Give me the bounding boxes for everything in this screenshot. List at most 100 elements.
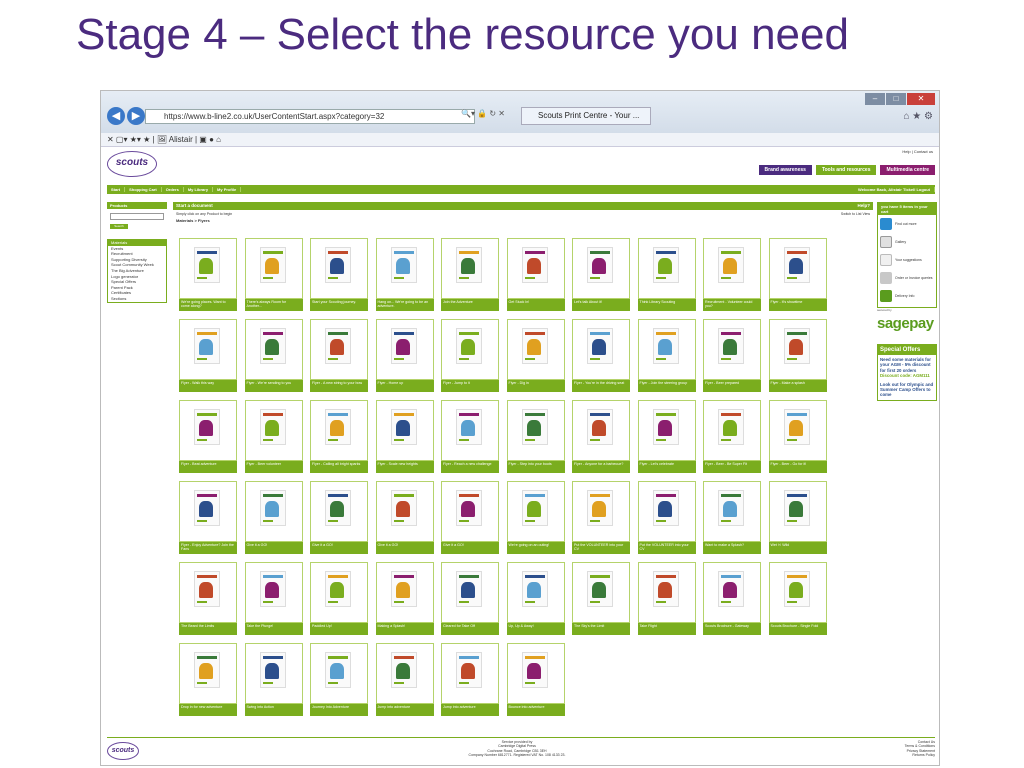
product-thumbnail[interactable] xyxy=(441,562,499,623)
product-label[interactable]: The Beard the Limits xyxy=(179,623,237,635)
gallery[interactable]: Gallery xyxy=(878,233,936,251)
product-card[interactable]: Want to make a Splash? xyxy=(703,481,761,554)
product-thumbnail[interactable] xyxy=(179,562,237,623)
product-card[interactable]: Cleared for Take Off xyxy=(441,562,499,635)
product-thumbnail[interactable] xyxy=(375,481,434,542)
product-label[interactable]: Flyer - Beat adventure xyxy=(179,461,237,473)
product-card[interactable]: Scouts Brochure - Gateway xyxy=(703,562,761,635)
product-label[interactable]: Flyer - Enjoy Adventure? Join the Fans xyxy=(179,542,237,554)
product-card[interactable]: Flyer - Reach a new challenge xyxy=(441,400,499,473)
product-thumbnail[interactable] xyxy=(768,238,827,299)
product-card[interactable]: Flyer - Beer prepared xyxy=(703,319,761,392)
product-card[interactable]: Flyer - Jump to it xyxy=(441,319,499,392)
product-card[interactable]: Let's talk About it! xyxy=(572,238,630,311)
product-thumbnail[interactable] xyxy=(703,481,761,542)
product-card[interactable]: Flyer - Step into your boots xyxy=(506,400,565,473)
order-queries[interactable]: Order or Invoice queries xyxy=(878,269,936,287)
product-card[interactable]: Flyer - A new string to your bow xyxy=(310,319,368,392)
product-label[interactable]: Give it a GO! xyxy=(310,542,368,554)
product-card[interactable]: Flyer - Beer - Go for it! xyxy=(768,400,827,473)
product-label[interactable]: Paddled Up! xyxy=(310,623,368,635)
forward-button[interactable]: ▶ xyxy=(127,107,145,125)
product-card[interactable]: Flyer - You're in the driving seat xyxy=(572,319,630,392)
product-label[interactable]: Recruitment - Volunteer could you? xyxy=(703,299,761,311)
product-card[interactable]: Drop in for new adventure xyxy=(179,643,237,716)
product-thumbnail[interactable] xyxy=(572,562,630,623)
product-thumbnail[interactable] xyxy=(244,319,303,380)
product-card[interactable]: Bounce into adventure xyxy=(506,643,565,716)
product-label[interactable]: Flyer - Jump to it xyxy=(441,380,499,392)
product-thumbnail[interactable] xyxy=(310,400,368,461)
product-thumbnail[interactable] xyxy=(244,562,303,623)
product-label[interactable]: Flyer - Make a splash xyxy=(768,380,827,392)
product-label[interactable]: Jump into adventure xyxy=(375,704,434,716)
product-card[interactable]: Jump into adventure xyxy=(375,643,434,716)
product-label[interactable]: Flyer - Dig in xyxy=(506,380,565,392)
product-label[interactable]: Journey Into Adventure xyxy=(310,704,368,716)
search-button[interactable]: Search xyxy=(110,224,128,229)
footer-logo[interactable]: scouts xyxy=(107,742,139,760)
product-thumbnail[interactable] xyxy=(310,481,368,542)
product-thumbnail[interactable] xyxy=(310,643,368,704)
product-card[interactable]: The Sky's the Limit xyxy=(572,562,630,635)
delivery-info[interactable]: Delivery Info xyxy=(878,287,936,305)
product-thumbnail[interactable] xyxy=(637,319,696,380)
product-card[interactable]: We're going places. Want to come along? xyxy=(179,238,237,311)
category-item[interactable]: Sections xyxy=(108,296,166,302)
product-thumbnail[interactable] xyxy=(179,643,237,704)
product-card[interactable]: Flyer - Home up xyxy=(375,319,434,392)
product-thumbnail[interactable] xyxy=(244,400,303,461)
product-label[interactable]: Jump into adventure xyxy=(441,704,499,716)
product-thumbnail[interactable] xyxy=(506,319,565,380)
product-card[interactable]: Recruitment - Volunteer could you? xyxy=(703,238,761,311)
product-label[interactable]: Put the VOLUNTEER into your CV xyxy=(572,542,630,554)
product-thumbnail[interactable] xyxy=(637,481,696,542)
nav-shopping-cart[interactable]: Shopping Cart xyxy=(125,187,162,192)
product-card[interactable]: Flyer - It's showtime xyxy=(768,238,827,311)
close-icon[interactable]: ✕ xyxy=(907,93,935,105)
product-thumbnail[interactable] xyxy=(637,400,696,461)
product-card[interactable]: Take the Plunge! xyxy=(244,562,303,635)
product-thumbnail[interactable] xyxy=(244,643,303,704)
product-thumbnail[interactable] xyxy=(572,481,630,542)
product-thumbnail[interactable] xyxy=(572,238,630,299)
product-thumbnail[interactable] xyxy=(506,238,565,299)
product-label[interactable]: Take Flight xyxy=(637,623,696,635)
product-label[interactable]: Give it a GO! xyxy=(441,542,499,554)
product-thumbnail[interactable] xyxy=(441,238,499,299)
product-thumbnail[interactable] xyxy=(441,319,499,380)
product-thumbnail[interactable] xyxy=(244,481,303,542)
fav-user[interactable]: Alistair xyxy=(169,135,193,144)
product-label[interactable]: Hang on... We're going to be an adventur… xyxy=(375,299,434,311)
product-label[interactable]: We're going places. Want to come along? xyxy=(179,299,237,311)
product-card[interactable]: Making a Splash! xyxy=(375,562,434,635)
product-card[interactable]: Start your Scouting journey. xyxy=(310,238,368,311)
product-thumbnail[interactable] xyxy=(375,562,434,623)
product-label[interactable]: Give it a GO! xyxy=(244,542,303,554)
brand-tab[interactable]: Brand awareness xyxy=(758,165,812,175)
product-label[interactable]: Flyer - Beer - Go for it! xyxy=(768,461,827,473)
product-card[interactable]: Swing into Action xyxy=(244,643,303,716)
product-card[interactable]: Hang on... We're going to be an adventur… xyxy=(375,238,434,311)
product-label[interactable]: Flyer - Reach a new challenge xyxy=(441,461,499,473)
product-label[interactable]: Drop in for new adventure xyxy=(179,704,237,716)
product-label[interactable]: Flyer - Walk this way xyxy=(179,380,237,392)
product-label[interactable]: Scouts Brochure - Gateway xyxy=(703,623,761,635)
product-card[interactable]: Flyer - Make a splash xyxy=(768,319,827,392)
scouts-logo[interactable]: scouts xyxy=(107,151,157,177)
product-thumbnail[interactable] xyxy=(768,400,827,461)
product-thumbnail[interactable] xyxy=(310,319,368,380)
product-card[interactable]: Give it a GO! xyxy=(244,481,303,554)
product-label[interactable]: Flyer - Calling all bright sparks xyxy=(310,461,368,473)
product-thumbnail[interactable] xyxy=(768,319,827,380)
product-card[interactable]: Flyer - Join the steering group xyxy=(637,319,696,392)
product-label[interactable]: Start your Scouting journey. xyxy=(310,299,368,311)
product-thumbnail[interactable] xyxy=(637,562,696,623)
product-thumbnail[interactable] xyxy=(441,481,499,542)
product-thumbnail[interactable] xyxy=(703,319,761,380)
product-thumbnail[interactable] xyxy=(441,643,499,704)
product-thumbnail[interactable] xyxy=(506,643,565,704)
product-card[interactable]: Flyer - Beer - Be Super Fit xyxy=(703,400,761,473)
maximize-icon[interactable]: □ xyxy=(886,93,906,105)
product-thumbnail[interactable] xyxy=(572,400,630,461)
